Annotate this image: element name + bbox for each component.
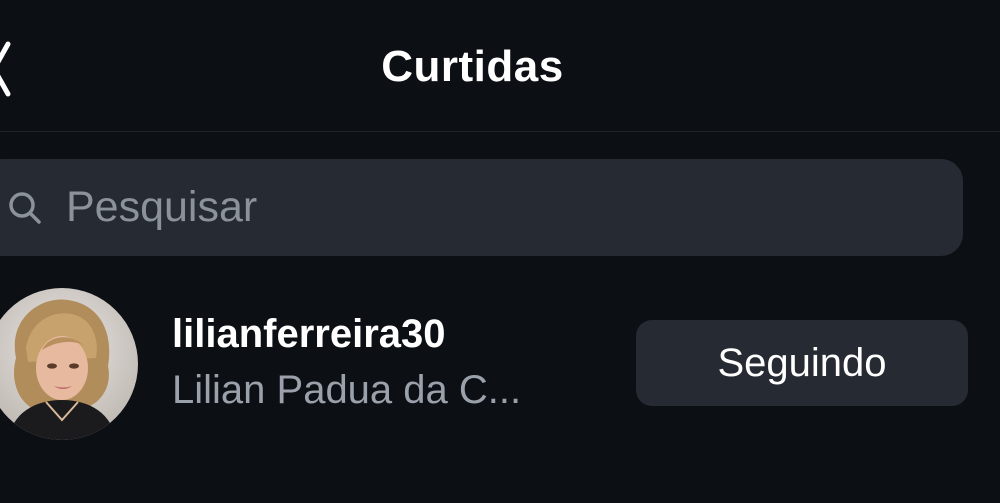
header-bar: Curtidas	[0, 0, 1000, 132]
full-name: Lilian Padua da C...	[172, 368, 522, 412]
search-bar[interactable]	[0, 159, 963, 256]
search-input[interactable]	[66, 177, 926, 237]
search-icon	[6, 189, 46, 229]
list-item: lilianferreira30 Lilian Padua da C... Se…	[0, 282, 1000, 447]
avatar[interactable]	[0, 288, 138, 440]
following-button[interactable]: Seguindo	[636, 320, 968, 406]
likes-screen: Curtidas Pesquisar lilianferreira30 Lili…	[0, 0, 1000, 503]
username[interactable]: lilianferreira30	[172, 312, 446, 357]
page-title: Curtidas	[381, 42, 564, 91]
